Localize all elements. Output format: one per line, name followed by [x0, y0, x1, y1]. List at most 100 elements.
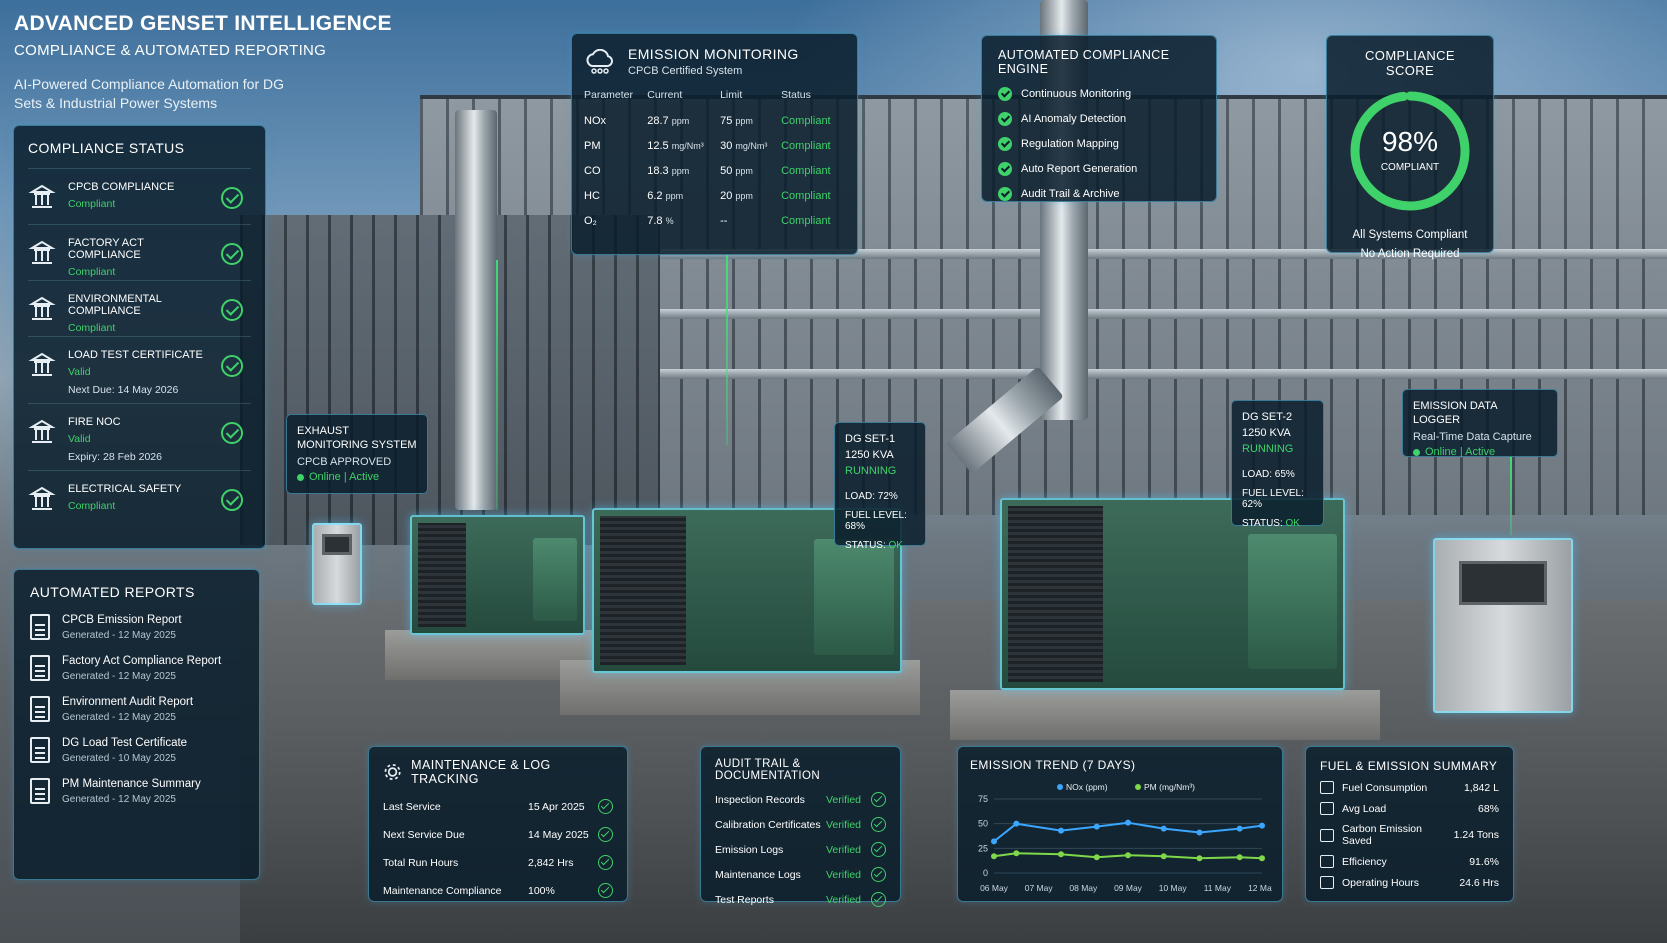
check-filled-icon [998, 187, 1012, 201]
control-cabinet-left [312, 523, 362, 605]
automated-reports-panel: AUTOMATED REPORTS CPCB Emission Report Ge… [13, 569, 260, 880]
engine-feature-label: Audit Trail & Archive [1021, 188, 1120, 200]
dg-state: RUNNING [845, 465, 897, 477]
row-label: Efficiency [1342, 855, 1387, 868]
report-item[interactable]: Environment Audit Report Generated - 12 M… [30, 696, 243, 723]
data-point [1093, 823, 1100, 830]
status-item-name: CPCB COMPLIANCE [68, 181, 175, 193]
report-item[interactable]: PM Maintenance Summary Generated - 12 May… [30, 778, 243, 805]
check-circle-icon [221, 243, 243, 265]
certificate-icon [28, 351, 56, 379]
page-tagline: AI-Powered Compliance Automation for DG … [14, 76, 285, 111]
report-date: Generated - 12 May 2025 [62, 630, 176, 641]
fuel-summary-row: Operating Hours 24.6 Hrs [1320, 876, 1499, 889]
row-value: 1.24 Tons [1453, 829, 1499, 841]
document-icon [30, 655, 50, 681]
score-value: 98% [1381, 126, 1439, 157]
row-label: Operating Hours [1342, 876, 1420, 889]
cloud-leaf-icon [1320, 828, 1334, 842]
status-item-name: LOAD TEST CERTIFICATE [68, 349, 203, 361]
engine-feature: Audit Trail & Archive [998, 187, 1200, 201]
dg-state: RUNNING [1242, 443, 1294, 455]
engine-feature: Auto Report Generation [998, 162, 1200, 176]
status-cell: Compliant [781, 215, 831, 227]
report-date: Generated - 12 May 2025 [62, 671, 176, 682]
dg-load: LOAD: 72% [845, 491, 898, 502]
weight-icon [1320, 802, 1334, 815]
table-row: NOx 28.7 ppm 75 ppm Compliant [584, 109, 845, 134]
panel-subtitle: CPCB Certified System [628, 65, 743, 77]
table-row: CO 18.3 ppm 50 ppm Compliant [584, 159, 845, 184]
chart-bars-icon [1320, 855, 1334, 868]
status-item-name: ELECTRICAL SAFETY [68, 483, 182, 495]
row-label: Calibration Certificates [715, 818, 821, 831]
check-circle-icon [221, 299, 243, 321]
engine-feature: Regulation Mapping [998, 137, 1200, 151]
score-footnote-1: All Systems Compliant [1352, 229, 1468, 241]
cloud-emission-icon [586, 48, 613, 74]
data-point [1259, 822, 1265, 829]
current-cell: 28.7 ppm [647, 115, 690, 127]
data-point [1013, 850, 1020, 857]
data-point [1013, 820, 1020, 827]
status-item-name: ENVIRONMENTAL COMPLIANCE [68, 293, 162, 317]
data-point [1160, 853, 1167, 860]
report-item[interactable]: CPCB Emission Report Generated - 12 May 2… [30, 614, 243, 641]
engine-feature: AI Anomaly Detection [998, 112, 1200, 126]
score-label: COMPLIANT [1380, 162, 1440, 173]
panel-title: COMPLIANCE SCORE [1365, 48, 1455, 78]
check-circle-icon [871, 792, 886, 807]
limit-cell: -- [720, 215, 728, 227]
dg-load: LOAD: 65% [1242, 469, 1295, 480]
table-row: PM 12.5 mg/Nm³ 30 mg/Nm³ Compliant [584, 134, 845, 159]
row-value: 68% [1477, 802, 1499, 815]
row-value: 1,842 L [1463, 781, 1499, 794]
fuel-summary-row: Fuel Consumption 1,842 L [1320, 781, 1499, 794]
emission-data-logger-tag: EMISSION DATA LOGGER Real-Time Data Capt… [1402, 389, 1558, 458]
y-tick-label: 50 [978, 819, 988, 829]
param-cell: NOx [584, 115, 606, 127]
fuel-emission-summary-panel: FUEL & EMISSION SUMMARY Fuel Consumption… [1305, 746, 1514, 902]
row-label: Test Reports [715, 893, 774, 906]
current-cell: 6.2 ppm [647, 190, 684, 202]
row-label: Inspection Records [715, 793, 805, 806]
data-point [1196, 855, 1203, 862]
exhaust-stack-left [455, 110, 497, 510]
y-tick-label: 75 [978, 794, 988, 804]
data-point [1093, 854, 1100, 861]
row-label: Avg Load [1342, 802, 1387, 815]
row-label: Maintenance Compliance [383, 884, 502, 897]
dg-fuel: FUEL LEVEL: 68% [845, 510, 907, 532]
row-label: Maintenance Logs [715, 868, 801, 881]
limit-cell: 30 mg/Nm³ [720, 140, 768, 152]
report-item[interactable]: DG Load Test Certificate Generated - 10 M… [30, 737, 243, 764]
panel-title: AUDIT TRAIL & DOCUMENTATION [715, 758, 821, 782]
clock-icon [1320, 876, 1334, 889]
x-tick-label: 10 May [1159, 883, 1188, 893]
tag-status: Online | Active [1413, 446, 1547, 458]
x-tick-label: 12 May [1248, 883, 1272, 893]
limit-cell: 75 ppm [720, 115, 753, 127]
row-label: Total Run Hours [383, 856, 459, 869]
param-cell: O₂ [584, 215, 597, 227]
compliance-status-item: LOAD TEST CERTIFICATE Valid Next Due: 14 M… [28, 336, 251, 403]
maintenance-row: Maintenance Compliance 100% [383, 883, 613, 898]
audit-row: Test Reports Verified [715, 892, 886, 907]
report-item[interactable]: Factory Act Compliance Report Generated -… [30, 655, 243, 682]
engine-feature-label: AI Anomaly Detection [1021, 113, 1127, 125]
row-value: 91.6% [1469, 855, 1499, 868]
panel-title: MAINTENANCE & LOG TRACKING [411, 758, 551, 786]
genset-1 [410, 515, 585, 635]
data-point [1196, 829, 1203, 836]
status-item-note: Expiry: 28 Feb 2026 [68, 451, 162, 463]
audit-row: Emission Logs Verified [715, 842, 886, 857]
legend-label: NOx (ppm) [1066, 782, 1108, 792]
audit-row: Inspection Records Verified [715, 792, 886, 807]
compliance-score-gauge: 98% COMPLIANT [1347, 88, 1473, 214]
row-value: 2,842 Hrs [528, 856, 574, 869]
check-filled-icon [998, 112, 1012, 126]
legend-label: PM (mg/Nm³) [1144, 782, 1195, 792]
compliance-status-item: ELECTRICAL SAFETY Compliant [28, 470, 251, 526]
report-name: CPCB Emission Report [62, 614, 182, 626]
check-circle-icon [871, 842, 886, 857]
